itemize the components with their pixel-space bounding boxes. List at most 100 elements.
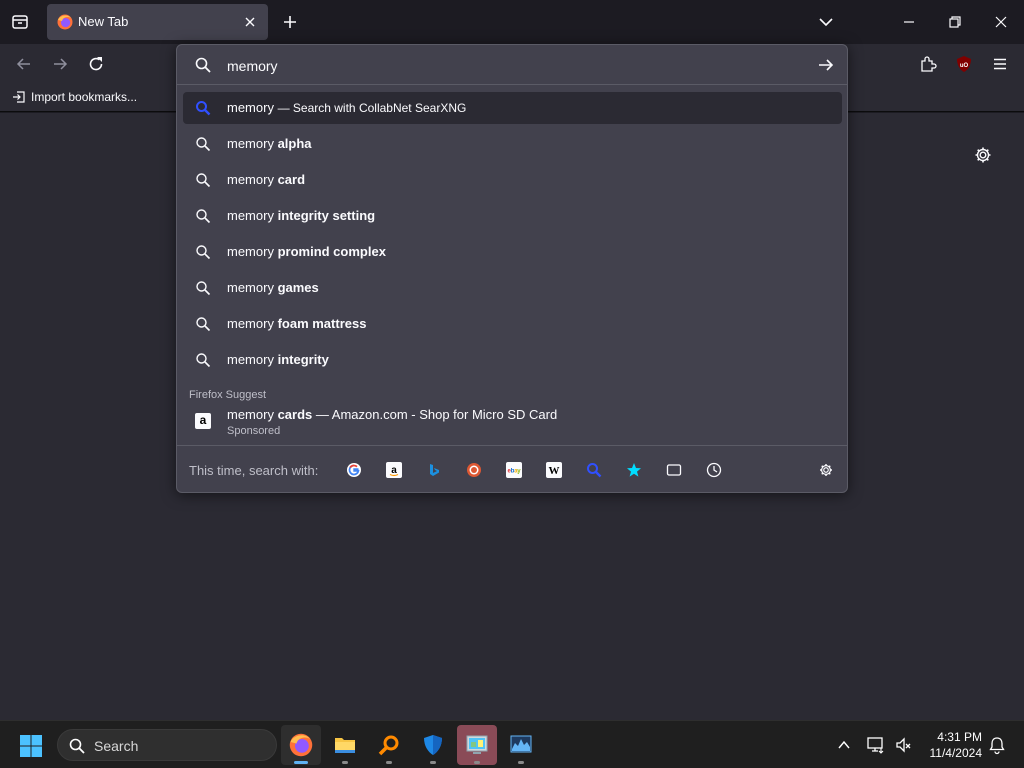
taskbar-security[interactable] xyxy=(413,725,453,765)
duckduckgo-engine-icon[interactable] xyxy=(466,462,482,478)
bing-engine-icon[interactable] xyxy=(426,462,442,478)
clock[interactable]: 4:31 PM 11/4/2024 xyxy=(922,729,983,761)
network-icon xyxy=(867,737,884,754)
result-suggestion[interactable]: memory promind complex xyxy=(183,236,842,268)
firefox-suggest-heading: Firefox Suggest xyxy=(189,389,267,401)
ebay-engine-icon[interactable]: ebay xyxy=(506,462,522,478)
taskbar-search-app[interactable] xyxy=(369,725,409,765)
search-settings-gear-icon[interactable] xyxy=(818,462,834,478)
taskbar-firefox[interactable] xyxy=(281,725,321,765)
chevron-up-icon xyxy=(838,740,850,749)
result-prefix: memory xyxy=(227,244,274,259)
result-completion: integrity xyxy=(277,352,329,367)
minimize-button[interactable] xyxy=(899,12,919,32)
reload-button[interactable] xyxy=(84,52,108,76)
result-prefix: memory xyxy=(227,316,274,331)
close-icon xyxy=(995,16,1007,28)
firefox-logo-icon xyxy=(289,733,313,757)
restore-button[interactable] xyxy=(945,12,965,32)
start-button[interactable] xyxy=(19,734,43,758)
result-prefix: memory xyxy=(227,136,274,151)
puzzle-piece-icon xyxy=(921,56,937,72)
new-tab-settings-button[interactable] xyxy=(973,145,993,165)
running-indicator xyxy=(294,761,308,764)
monitor-graph-icon xyxy=(510,735,532,753)
firefox-view-icon xyxy=(12,15,28,29)
search-icon xyxy=(195,136,211,152)
sponsored-label: Sponsored xyxy=(227,425,281,437)
search-icon xyxy=(195,316,211,332)
import-icon xyxy=(13,91,25,103)
speaker-muted-icon xyxy=(896,737,911,753)
search-icon xyxy=(195,208,211,224)
result-search-engine[interactable]: memory — Search with CollabNet SearXNG xyxy=(183,92,842,124)
result-suggestion[interactable]: memory foam mattress xyxy=(183,308,842,340)
taskbar-resource-monitor[interactable] xyxy=(501,725,541,765)
running-indicator xyxy=(430,761,436,764)
result-suggestion[interactable]: memory integrity xyxy=(183,344,842,376)
taskbar-search-label: Search xyxy=(94,738,139,754)
one-off-search-buttons: This time, search with: a ebay W xyxy=(177,445,847,493)
result-prefix: memory xyxy=(227,208,274,223)
result-suggestion[interactable]: memory card xyxy=(183,164,842,196)
sponsored-suggestion[interactable]: a memory cards — Amazon.com - Shop for M… xyxy=(183,403,842,443)
result-suggestion[interactable]: memory games xyxy=(183,272,842,304)
taskbar-control-panel[interactable] xyxy=(457,725,497,765)
running-indicator xyxy=(342,761,348,764)
new-tab-button[interactable] xyxy=(280,12,300,32)
one-off-label: This time, search with: xyxy=(189,463,319,478)
back-button[interactable] xyxy=(12,52,36,76)
tabs-icon[interactable] xyxy=(666,462,682,478)
tab-new-tab[interactable]: New Tab xyxy=(47,4,268,40)
taskbar-file-explorer[interactable] xyxy=(325,725,365,765)
ublock-origin-button[interactable]: uO xyxy=(952,52,976,76)
bookmarks-star-icon[interactable] xyxy=(626,462,642,478)
control-panel-icon xyxy=(466,735,488,754)
result-completion: alpha xyxy=(277,136,312,151)
urlbar-input[interactable] xyxy=(227,56,787,76)
minimize-icon xyxy=(904,21,914,23)
search-icon xyxy=(195,172,211,188)
app-menu-button[interactable] xyxy=(988,52,1012,76)
result-completion: foam mattress xyxy=(277,316,367,331)
searxng-search-icon xyxy=(195,100,211,116)
plus-icon xyxy=(284,16,296,28)
list-all-tabs-button[interactable] xyxy=(816,12,836,32)
amazon-engine-icon[interactable]: a xyxy=(386,462,402,478)
result-completion: integrity setting xyxy=(277,208,376,223)
result-prefix: memory xyxy=(227,352,274,367)
urlbar-popup: memory — Search with CollabNet SearXNG m… xyxy=(176,44,848,493)
close-tab-icon[interactable] xyxy=(243,15,257,29)
google-engine-icon[interactable] xyxy=(346,462,362,478)
windows-logo-icon xyxy=(20,735,42,757)
svg-text:W: W xyxy=(549,465,560,477)
network-status[interactable] xyxy=(866,735,886,755)
forward-button[interactable] xyxy=(48,52,72,76)
sponsored-completion: cards xyxy=(277,407,313,422)
import-bookmarks-button[interactable]: Import bookmarks... xyxy=(12,90,137,104)
restore-icon xyxy=(949,16,961,28)
show-hidden-icons-button[interactable] xyxy=(836,737,852,753)
ublock-origin-icon: uO xyxy=(957,56,971,72)
clock-date: 11/4/2024 xyxy=(929,746,983,760)
close-window-button[interactable] xyxy=(991,12,1011,32)
result-suggestion[interactable]: memory integrity setting xyxy=(183,200,842,232)
result-action: — Search with CollabNet SearXNG xyxy=(277,101,467,115)
result-prefix: memory xyxy=(227,172,274,187)
firefox-view-button[interactable] xyxy=(8,10,32,34)
sponsored-title: memory cards — Amazon.com - Shop for Mic… xyxy=(227,407,557,422)
reload-icon xyxy=(89,57,103,71)
history-clock-icon[interactable] xyxy=(706,462,722,478)
notifications-button[interactable] xyxy=(987,735,1007,755)
result-suggestion[interactable]: memory alpha xyxy=(183,128,842,160)
arrow-right-icon xyxy=(54,58,68,70)
volume-status[interactable] xyxy=(894,735,914,755)
searxng-engine-icon[interactable] xyxy=(586,462,602,478)
extensions-button[interactable] xyxy=(916,52,940,76)
go-arrow-icon[interactable] xyxy=(817,56,835,74)
wikipedia-engine-icon[interactable]: W xyxy=(546,462,562,478)
search-icon xyxy=(69,738,85,754)
svg-text:a: a xyxy=(391,465,397,476)
taskbar-search-box[interactable]: Search xyxy=(57,729,277,761)
search-icon xyxy=(195,280,211,296)
